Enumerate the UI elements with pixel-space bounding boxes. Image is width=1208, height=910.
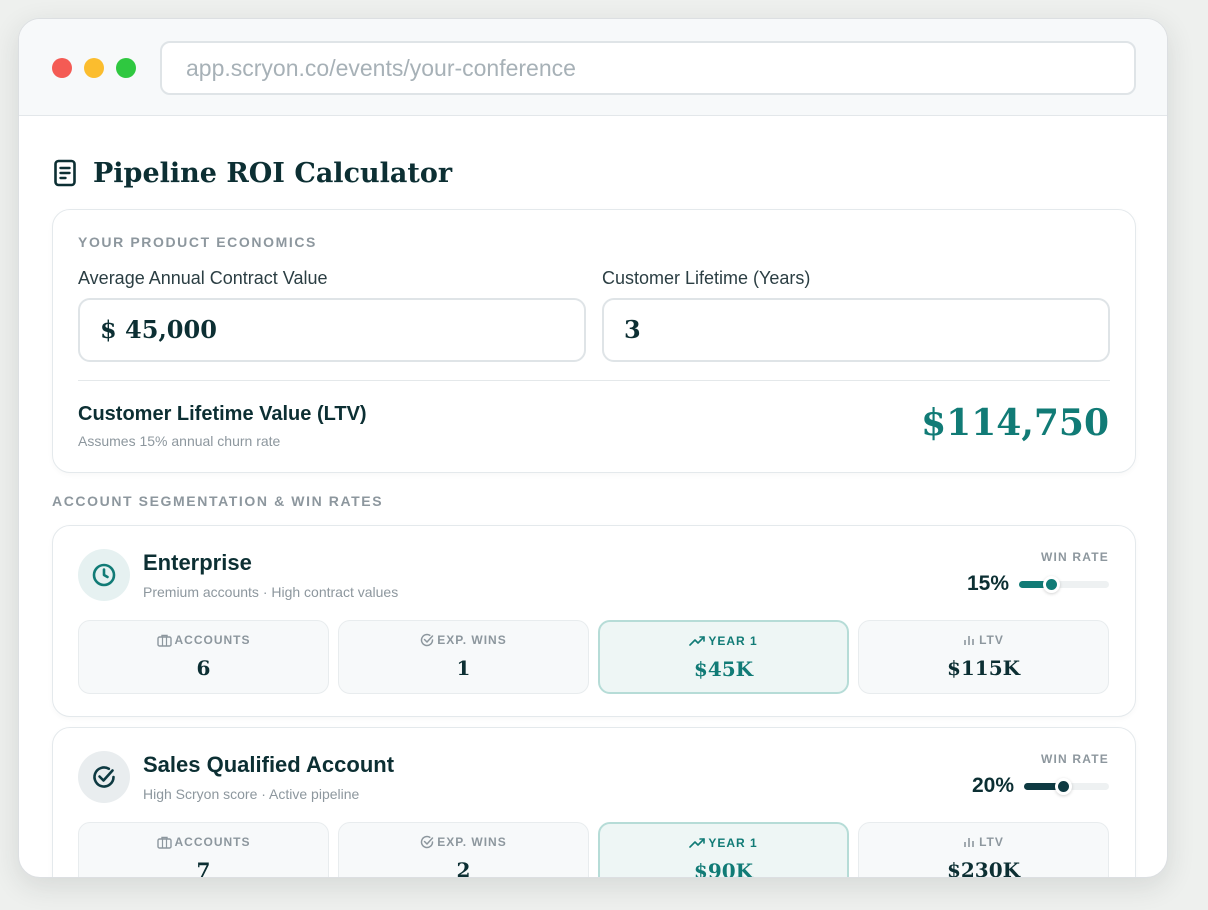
win-rate-slider[interactable] xyxy=(1024,778,1109,795)
win-rate-label: WIN RATE xyxy=(1040,752,1109,766)
metric-ltv: LTV $115K xyxy=(858,620,1109,694)
briefcase-icon xyxy=(156,836,172,849)
ltv-subtitle: Assumes 15% annual churn rate xyxy=(78,433,281,449)
bar-chart-icon xyxy=(964,636,974,645)
acv-input[interactable]: $ 45,000 xyxy=(78,298,586,362)
slider-thumb[interactable] xyxy=(1055,778,1073,795)
check-circle-icon xyxy=(421,633,434,647)
segmentation-section-label: ACCOUNT SEGMENTATION & WIN RATES xyxy=(52,493,384,509)
segment-description: High Scryon score · Active pipeline xyxy=(143,786,360,802)
metric-label-exp-wins: EXP. WINS xyxy=(437,633,507,647)
metric-label-year1: YEAR 1 xyxy=(708,836,758,850)
maximize-window-button[interactable] xyxy=(116,58,136,78)
metric-value-year1: $90K xyxy=(693,859,754,877)
metric-value-accounts: 7 xyxy=(196,858,211,877)
segment-card-sales-qualified: Sales Qualified Account High Scryon scor… xyxy=(52,727,1136,877)
win-rate-value: 15% xyxy=(966,572,1009,595)
economics-section-label: YOUR PRODUCT ECONOMICS xyxy=(78,234,317,250)
metric-year1: YEAR 1 $45K xyxy=(598,620,849,694)
clock-icon xyxy=(78,549,130,601)
metric-exp-wins: EXP. WINS 1 xyxy=(338,620,589,694)
metric-label-ltv: LTV xyxy=(979,835,1004,849)
minimize-window-button[interactable] xyxy=(84,58,104,78)
check-circle-icon xyxy=(421,835,434,849)
product-economics-card: YOUR PRODUCT ECONOMICS Average Annual Co… xyxy=(52,209,1136,473)
metric-label-ltv: LTV xyxy=(979,633,1004,647)
check-circle-icon xyxy=(78,751,130,803)
metric-value-exp-wins: 1 xyxy=(456,656,471,680)
browser-toolbar: app.scryon.co/events/your-conference xyxy=(19,19,1167,116)
page-header: Pipeline ROI Calculator xyxy=(53,153,452,193)
metric-value-year1: $45K xyxy=(693,657,754,681)
trending-up-icon xyxy=(689,838,706,848)
page-title: Pipeline ROI Calculator xyxy=(93,157,453,189)
win-rate-value: 20% xyxy=(971,774,1014,797)
divider xyxy=(78,380,1110,381)
metric-value-ltv: $230K xyxy=(946,858,1021,877)
metric-accounts: ACCOUNTS 7 xyxy=(78,822,329,877)
metric-exp-wins: EXP. WINS 2 xyxy=(338,822,589,877)
bar-chart-icon xyxy=(964,838,974,847)
page-content: Pipeline ROI Calculator YOUR PRODUCT ECO… xyxy=(19,117,1167,877)
slider-thumb[interactable] xyxy=(1043,576,1061,593)
ltv-value: $114,750 xyxy=(921,402,1109,444)
metric-ltv: LTV $230K xyxy=(858,822,1109,877)
segment-name: Enterprise xyxy=(143,550,252,575)
document-icon xyxy=(53,158,79,188)
win-rate-slider[interactable] xyxy=(1019,576,1109,593)
close-window-button[interactable] xyxy=(52,58,72,78)
briefcase-icon xyxy=(156,634,172,647)
lifetime-label: Customer Lifetime (Years) xyxy=(602,268,811,288)
browser-window: app.scryon.co/events/your-conference Pip… xyxy=(18,18,1168,878)
trending-up-icon xyxy=(689,636,706,646)
metric-label-year1: YEAR 1 xyxy=(708,634,758,648)
metric-label-accounts: ACCOUNTS xyxy=(174,633,251,647)
metric-label-accounts: ACCOUNTS xyxy=(174,835,251,849)
segment-name: Sales Qualified Account xyxy=(143,752,395,777)
lifetime-input[interactable]: 3 xyxy=(602,298,1110,362)
address-bar[interactable]: app.scryon.co/events/your-conference xyxy=(160,41,1136,95)
win-rate-label: WIN RATE xyxy=(1040,550,1109,564)
metric-accounts: ACCOUNTS 6 xyxy=(78,620,329,694)
segment-description: Premium accounts · High contract values xyxy=(143,584,399,600)
acv-label: Average Annual Contract Value xyxy=(78,268,328,288)
metric-value-accounts: 6 xyxy=(196,656,211,680)
ltv-title: Customer Lifetime Value (LTV) xyxy=(78,403,367,425)
segment-card-enterprise: Enterprise Premium accounts · High contr… xyxy=(52,525,1136,717)
metric-value-ltv: $115K xyxy=(946,656,1021,680)
metric-label-exp-wins: EXP. WINS xyxy=(437,835,507,849)
metric-value-exp-wins: 2 xyxy=(456,858,471,877)
metric-year1: YEAR 1 $90K xyxy=(598,822,849,877)
